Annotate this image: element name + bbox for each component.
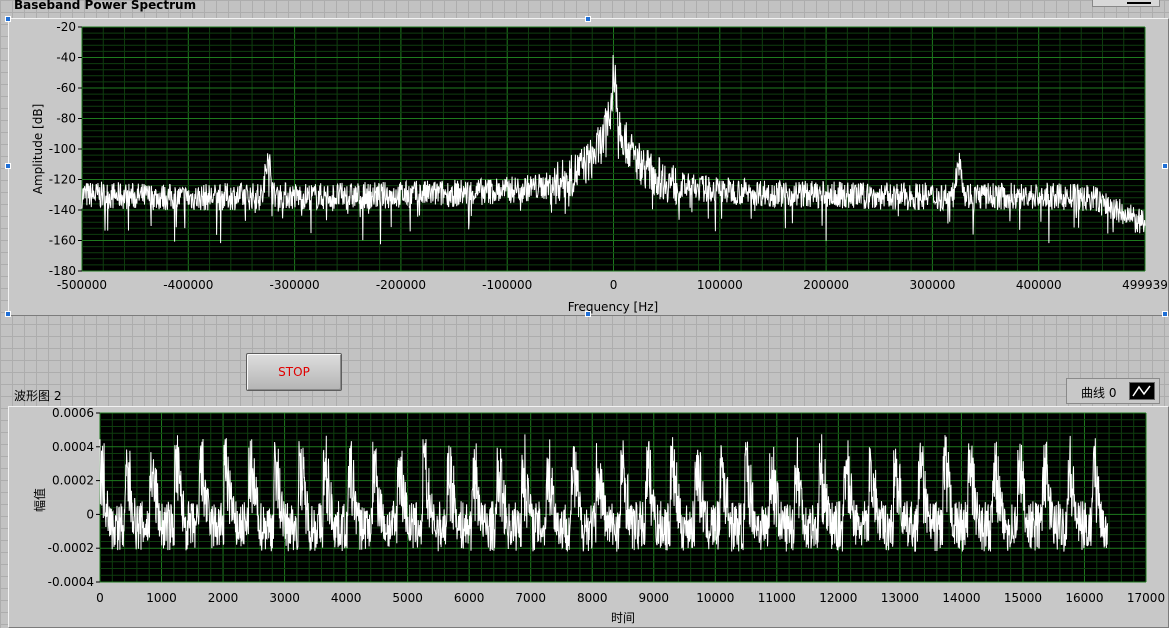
y-tick-label: -0.0002 (48, 541, 94, 555)
x-tick-label: 12000 (819, 591, 857, 605)
x-tick-label: 3000 (269, 591, 300, 605)
x-tick-label: 9000 (638, 591, 669, 605)
resize-handle-bottom-left[interactable] (5, 311, 11, 317)
x-tick-label: 10000 (696, 591, 734, 605)
x-tick-label: -300000 (270, 278, 320, 292)
x-tick-label: -200000 (376, 278, 426, 292)
x-tick-label: 400000 (1016, 278, 1062, 292)
waveform-title: 波形图 2 (14, 389, 62, 403)
line-plot-icon[interactable] (1129, 382, 1155, 400)
x-tick-label: 300000 (910, 278, 956, 292)
legend-label: 曲线 0 (1081, 386, 1117, 400)
x-tick-label: 5000 (392, 591, 423, 605)
resize-handle-top-left[interactable] (5, 16, 11, 22)
waveform-x-label: 时间 (611, 611, 635, 625)
spectrum-y-label: Amplitude [dB] (31, 104, 45, 195)
spectrum-x-label: Frequency [Hz] (568, 300, 659, 314)
resize-handle-bottom-mid[interactable] (585, 311, 591, 317)
x-tick-label: 16000 (1065, 591, 1103, 605)
resize-handle-bottom-right[interactable] (1162, 311, 1168, 317)
x-tick-label: 13000 (881, 591, 919, 605)
spectrum-chart: -20 -40 -60 -80 -100 -120 -140 -160 -180 -500000… (31, 20, 1168, 314)
spectrum-title: Baseband Power Spectrum (14, 0, 197, 12)
y-tick-label: 0.0002 (52, 474, 94, 488)
x-tick-label: 2000 (208, 591, 239, 605)
y-tick-label: -140 (49, 203, 76, 217)
waveform-chart: 0.0006 0.0004 0.0002 0 -0.0002 -0.0004 0 1000 2… (32, 406, 1165, 625)
x-tick-label: 1000 (146, 591, 177, 605)
y-tick-label: -60 (56, 81, 76, 95)
x-tick-label: -400000 (163, 278, 213, 292)
spectrum-graph-panel[interactable]: -20 -40 -60 -80 -100 -120 -140 -160 -180 -500000… (8, 18, 1169, 316)
x-tick-label: 499939 (1122, 278, 1168, 292)
resize-handle-mid-left[interactable] (5, 163, 11, 169)
x-tick-label: -100000 (482, 278, 532, 292)
x-tick-label: 8000 (577, 591, 608, 605)
y-tick-label: -80 (56, 112, 76, 126)
x-tick-label: 200000 (803, 278, 849, 292)
waveform-y-label: 幅值 (32, 488, 47, 512)
x-tick-label: 0 (610, 278, 618, 292)
y-tick-label: 0.0004 (52, 440, 94, 454)
x-tick-label: 0 (96, 591, 104, 605)
y-tick-label: -160 (49, 234, 76, 248)
y-tick-label: -180 (49, 264, 76, 278)
stop-button[interactable]: STOP (246, 353, 342, 391)
x-tick-label: 4000 (331, 591, 362, 605)
y-tick-label: -40 (56, 51, 76, 65)
x-tick-label: -500000 (57, 278, 107, 292)
x-tick-label: 7000 (515, 591, 546, 605)
y-tick-label: -0.0004 (48, 575, 94, 589)
spectrum-x-ticks: -500000 -400000 -300000 -200000 -100000 0 1000… (57, 278, 1168, 292)
x-tick-label: 15000 (1004, 591, 1042, 605)
waveform-x-ticks: 0 1000 2000 3000 4000 5000 6000 7000 8000 9000 100… (96, 591, 1165, 605)
plot-legend[interactable]: 曲线 0 (1066, 378, 1160, 404)
waveform-y-ticks: 0.0006 0.0004 0.0002 0 -0.0002 -0.0004 (48, 406, 100, 589)
spectrum-y-ticks: -20 -40 -60 -80 -100 -120 -140 -160 -180 (49, 20, 82, 278)
y-tick-label: -120 (49, 173, 76, 187)
y-tick-label: 0.0006 (52, 406, 94, 420)
x-tick-label: 6000 (454, 591, 485, 605)
y-tick-label: -100 (49, 142, 76, 156)
scale-legend-stub[interactable] (1092, 0, 1160, 7)
resize-handle-top-mid[interactable] (585, 16, 591, 22)
y-tick-label: 0 (86, 507, 94, 521)
x-tick-label: 14000 (942, 591, 980, 605)
x-tick-label: 100000 (697, 278, 743, 292)
x-tick-label: 11000 (758, 591, 796, 605)
y-tick-label: -20 (56, 20, 76, 34)
x-tick-label: 17000 (1127, 591, 1165, 605)
waveform-graph-panel[interactable]: 0.0006 0.0004 0.0002 0 -0.0002 -0.0004 0 1000 2… (8, 406, 1169, 628)
resize-handle-mid-right[interactable] (1162, 163, 1168, 169)
